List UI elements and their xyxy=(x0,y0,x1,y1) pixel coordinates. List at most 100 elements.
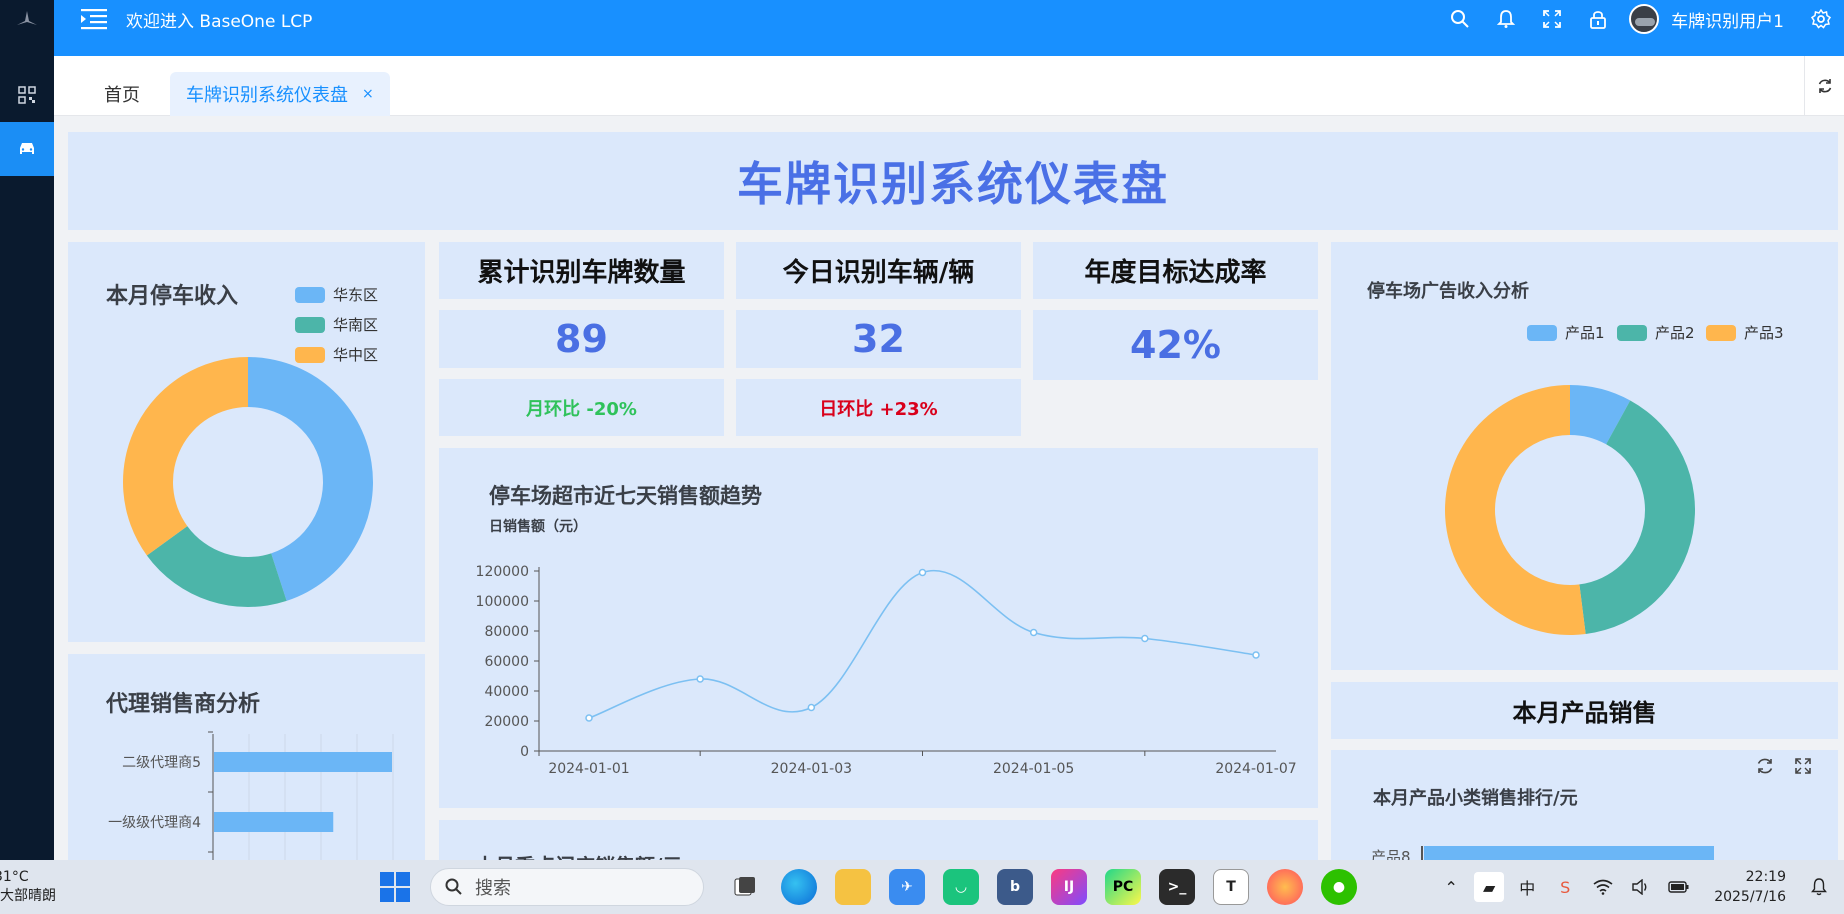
sales-trend-panel: 停车场超市近七天销售额趋势 日销售额（元） 0 20000 40000 60000 80… xyxy=(439,448,1318,808)
firefox-icon[interactable] xyxy=(1267,869,1303,905)
wifi-icon[interactable] xyxy=(1588,879,1618,895)
start-button[interactable] xyxy=(380,872,410,902)
chart-expand-icon[interactable] xyxy=(1793,756,1813,780)
data-point[interactable] xyxy=(1141,634,1149,643)
app-logo-icon xyxy=(0,0,54,38)
stat-today-vehicles-label: 今日识别车辆/辆 xyxy=(736,242,1021,299)
x-tick-label: 2024-01-01 xyxy=(548,761,629,777)
refresh-icon xyxy=(1818,79,1831,93)
data-point[interactable] xyxy=(696,675,704,683)
stat-total-plates-label: 累计识别车牌数量 xyxy=(439,242,724,299)
pie-slice-华东区[interactable] xyxy=(248,357,373,601)
pinned-app-icon[interactable]: ▰ xyxy=(1474,872,1505,902)
bar[interactable] xyxy=(214,752,392,772)
sales-trend-line-chart: 0 20000 40000 60000 80000 100000 120000 2024-01… xyxy=(476,564,1297,777)
stat-daily-change: 日环比 +23% xyxy=(736,379,1021,436)
tab-bar: 首页 车牌识别系统仪表盘 × xyxy=(54,56,1844,116)
legend-label: 产品1 xyxy=(1565,324,1605,342)
legend-swatch xyxy=(1617,324,1647,341)
ime-indicator[interactable]: 中 xyxy=(1512,875,1542,899)
store-sales-panel: 本月重点门店销售额/元 xyxy=(439,820,1318,860)
terminal-icon[interactable]: >_ xyxy=(1159,869,1195,905)
typora-icon[interactable]: T xyxy=(1213,869,1249,905)
feishu-icon[interactable]: ✈ xyxy=(889,869,925,905)
pie-slice-华南区[interactable] xyxy=(146,526,287,607)
data-point[interactable] xyxy=(585,714,593,722)
parking-income-title: 本月停车收入 xyxy=(106,284,239,309)
x-tick-label: 2024-01-07 xyxy=(1215,761,1296,777)
lock-icon[interactable] xyxy=(1575,9,1621,29)
legend-item-central[interactable]: 华中区 xyxy=(295,344,378,365)
bar-product8-fill xyxy=(1424,846,1714,860)
tab-home[interactable]: 首页 xyxy=(104,72,140,116)
car-icon xyxy=(20,143,34,154)
data-point[interactable] xyxy=(918,568,927,577)
battery-icon[interactable] xyxy=(1664,880,1694,894)
settings-gear-icon[interactable] xyxy=(1798,9,1844,29)
data-point[interactable] xyxy=(1252,651,1260,659)
data-point[interactable] xyxy=(1029,628,1038,637)
legend-item-product2[interactable]: 产品2 xyxy=(1617,322,1695,343)
bell-icon[interactable] xyxy=(1483,9,1529,29)
search-icon xyxy=(445,878,462,895)
username[interactable]: 车牌识别用户1 xyxy=(1671,7,1784,32)
grid-icon xyxy=(18,86,36,104)
taskbar-search-label: 搜索 xyxy=(475,878,511,899)
bar-label-product8: 产品8 xyxy=(1371,848,1411,860)
data-point[interactable] xyxy=(807,703,816,712)
menu-toggle-button[interactable] xyxy=(74,8,114,30)
volume-icon[interactable] xyxy=(1626,879,1656,895)
legend-label: 产品2 xyxy=(1655,324,1695,342)
wechat-icon[interactable]: ● xyxy=(1321,869,1357,905)
weather-widget[interactable]: 31°C 大部晴朗 xyxy=(0,868,56,906)
shopping-bag-icon[interactable]: ◡ xyxy=(943,869,979,905)
system-clock[interactable]: 22:19 2025/7/16 xyxy=(1714,867,1786,907)
bar[interactable] xyxy=(214,812,334,832)
task-view-icon[interactable] xyxy=(727,869,763,905)
taskbar-search[interactable]: 搜索 xyxy=(430,868,704,906)
sidebar-item-car[interactable] xyxy=(0,122,54,176)
chart-refresh-icon[interactable] xyxy=(1755,756,1775,780)
pie-slice-产品2[interactable] xyxy=(1579,400,1695,635)
tab-close-icon[interactable]: × xyxy=(362,86,374,102)
file-explorer-icon[interactable] xyxy=(835,869,871,905)
pie-slice-产品3[interactable] xyxy=(1445,385,1586,635)
legend-item-east[interactable]: 华东区 xyxy=(295,284,378,305)
tab-dashboard[interactable]: 车牌识别系统仪表盘 × xyxy=(170,72,390,116)
ad-income-panel: 停车场广告收入分析 产品1 产品2 产品3 xyxy=(1331,242,1838,670)
legend-item-south[interactable]: 华南区 xyxy=(295,314,378,335)
agent-sales-bar-chart: 二级代理商5 一级级代理商4 xyxy=(108,731,394,860)
series-line xyxy=(588,569,1257,719)
bar-label: 一级级代理商4 xyxy=(108,815,201,831)
y-tick-label: 120000 xyxy=(476,564,529,580)
monthly-sales-header: 本月产品销售 xyxy=(1331,682,1838,739)
y-tick-label: 40000 xyxy=(484,684,529,700)
refresh-tabs-button[interactable] xyxy=(1804,56,1844,116)
notification-bell-icon[interactable] xyxy=(1804,878,1834,896)
top-bar: 欢迎进入 BaseOne LCP 车牌识别用户1 xyxy=(54,0,1844,56)
weather-desc: 大部晴朗 xyxy=(0,888,56,904)
windows-taskbar: 31°C 大部晴朗 搜索 ✈ ◡ b IJ PC >_ T ● ⌃ ▰ 中 S xyxy=(0,860,1844,914)
stat-annual-target-label: 年度目标达成率 xyxy=(1033,242,1318,299)
sidebar-item-apps[interactable] xyxy=(0,68,54,122)
left-sidebar xyxy=(0,0,54,860)
pycharm-icon[interactable]: PC xyxy=(1105,869,1141,905)
dashboard-title: 车牌识别系统仪表盘 xyxy=(737,157,1169,211)
legend-item-product3[interactable]: 产品3 xyxy=(1706,322,1784,343)
legend-swatch xyxy=(1706,324,1736,341)
edge-browser-icon[interactable] xyxy=(781,869,817,905)
chevron-up-icon[interactable]: ⌃ xyxy=(1436,878,1466,897)
search-icon[interactable] xyxy=(1437,9,1483,29)
tray-app-icon[interactable]: S xyxy=(1550,878,1580,897)
agent-sales-panel: 代理销售商分析 二级代理商5 一级级代理商4 xyxy=(68,654,425,860)
x-tick-label: 2024-01-05 xyxy=(993,761,1074,777)
pie-slice-华中区[interactable] xyxy=(123,357,248,556)
fullscreen-icon[interactable] xyxy=(1529,9,1575,29)
store-sales-title: 本月重点门店销售额/元 xyxy=(475,850,682,860)
pie-slice-产品1[interactable] xyxy=(1570,385,1631,445)
intellij-icon[interactable]: IJ xyxy=(1051,869,1087,905)
weather-temp: 31°C xyxy=(0,869,29,885)
bing-icon[interactable]: b xyxy=(997,869,1033,905)
avatar[interactable] xyxy=(1629,4,1660,34)
legend-item-product1[interactable]: 产品1 xyxy=(1527,322,1605,343)
